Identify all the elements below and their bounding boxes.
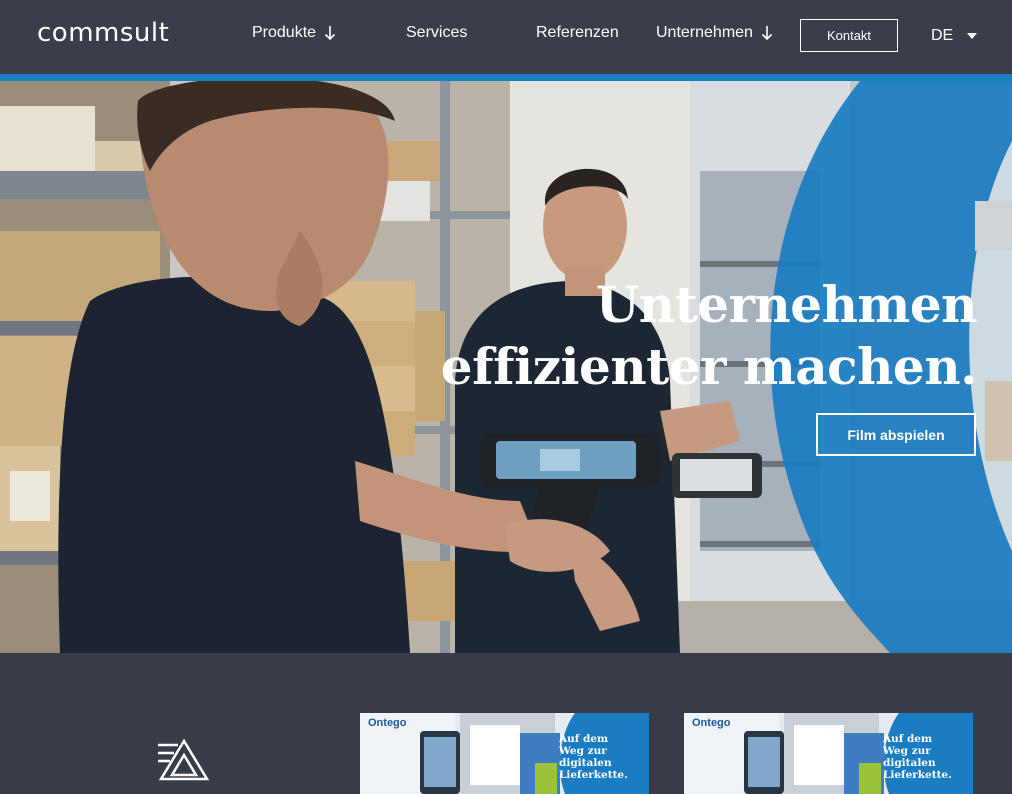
nav-item-services[interactable]: Services bbox=[406, 24, 467, 42]
nav-item-produkte[interactable]: Produkte bbox=[252, 24, 336, 42]
hero-headline-line2: effizienter machen. bbox=[440, 337, 978, 396]
hero-headline-line1: Unternehmen bbox=[595, 275, 978, 334]
arrow-down-icon bbox=[761, 26, 773, 41]
card-brand: Ontego bbox=[368, 717, 407, 729]
news-card-2[interactable]: Ontego Auf dem Weg zur digitalen Lieferk… bbox=[684, 713, 973, 794]
nav-label-referenzen: Referenzen bbox=[536, 24, 619, 41]
commsult-logo[interactable]: commsult bbox=[37, 18, 169, 48]
contact-button[interactable]: Kontakt bbox=[800, 19, 898, 52]
card-title: Auf dem Weg zur digitalen Lieferkette. bbox=[559, 733, 628, 781]
content-section: Ontego Auf dem Weg zur digitalen Lieferk… bbox=[0, 653, 1012, 794]
caret-down-icon bbox=[967, 33, 978, 39]
play-film-button[interactable]: Film abspielen bbox=[816, 413, 976, 456]
hero-headline: Unternehmen effizienter machen. bbox=[440, 274, 978, 398]
top-navigation-bar: commsult Produkte Services Referenzen Un… bbox=[0, 0, 1012, 74]
news-card-1[interactable]: Ontego Auf dem Weg zur digitalen Lieferk… bbox=[360, 713, 649, 794]
language-selector[interactable]: DE bbox=[931, 27, 978, 45]
accent-stripe bbox=[0, 74, 1012, 81]
language-label: DE bbox=[931, 27, 954, 44]
hero-section: Unternehmen effizienter machen. Film abs… bbox=[0, 81, 1012, 653]
nav-item-unternehmen[interactable]: Unternehmen bbox=[656, 24, 773, 42]
nav-label-produkte: Produkte bbox=[252, 24, 317, 41]
nav-item-referenzen[interactable]: Referenzen bbox=[536, 24, 619, 42]
arrow-down-icon bbox=[324, 26, 336, 41]
nav-label-unternehmen: Unternehmen bbox=[656, 24, 753, 41]
card-brand: Ontego bbox=[692, 717, 731, 729]
card-title: Auf dem Weg zur digitalen Lieferkette. bbox=[883, 733, 952, 781]
triangle-logo-icon bbox=[158, 738, 210, 781]
nav-label-services: Services bbox=[406, 24, 468, 41]
